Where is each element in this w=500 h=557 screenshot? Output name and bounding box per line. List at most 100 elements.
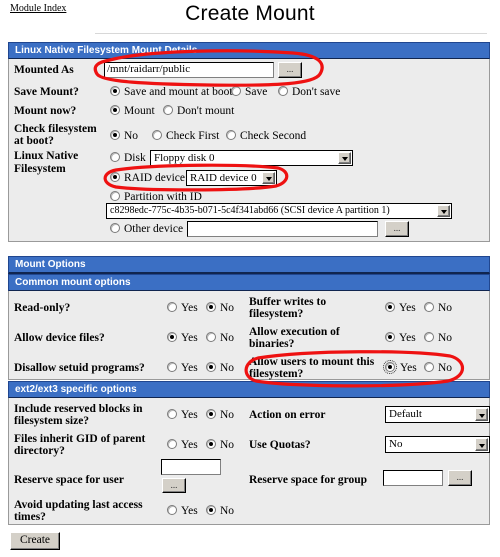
other-device-input[interactable] bbox=[187, 221, 378, 237]
radio-label-disallow-setuid-yes[interactable]: Yes bbox=[181, 362, 198, 374]
radio-check-second[interactable] bbox=[226, 130, 236, 140]
radio-avoid-atime-yes[interactable] bbox=[167, 505, 177, 515]
radio-allow-users-mount-no[interactable] bbox=[424, 362, 434, 372]
reserve-space-group-browse-button[interactable]: ... bbox=[448, 470, 472, 486]
radio-label-check-no[interactable]: No bbox=[124, 130, 138, 142]
radio-label-dont-mount[interactable]: Don't mount bbox=[177, 105, 234, 117]
radio-label-mount[interactable]: Mount bbox=[124, 105, 155, 117]
create-button[interactable]: Create bbox=[10, 532, 61, 550]
radio-label-check-second[interactable]: Check Second bbox=[240, 130, 306, 142]
radio-check-no[interactable] bbox=[110, 130, 120, 140]
radio-label-dont-save[interactable]: Don't save bbox=[292, 86, 340, 98]
radio-label-save-and-mount-at-boot[interactable]: Save and mount at boot bbox=[124, 86, 233, 98]
radio-label-allow-users-mount-no[interactable]: No bbox=[438, 362, 452, 374]
radio-label-allow-execution-yes[interactable]: Yes bbox=[399, 332, 416, 344]
radio-dont-mount[interactable] bbox=[163, 105, 173, 115]
header-divider bbox=[95, 33, 487, 34]
radio-read-only-no[interactable] bbox=[206, 302, 216, 312]
mounted-as-browse-button[interactable]: ... bbox=[278, 62, 302, 78]
mounted-as-input[interactable]: /mnt/raidarr/public bbox=[104, 62, 274, 78]
radio-label-buffer-writes-yes[interactable]: Yes bbox=[399, 302, 416, 314]
label-save-mount: Save Mount? bbox=[14, 86, 79, 98]
chevron-down-icon[interactable] bbox=[437, 205, 450, 217]
webmin-create-mount-page: Module Index Create Mount Linux Native F… bbox=[0, 0, 500, 557]
label-mounted-as: Mounted As bbox=[14, 64, 74, 76]
radio-disallow-setuid-no[interactable] bbox=[206, 362, 216, 372]
radio-label-allow-device-files-no[interactable]: No bbox=[220, 332, 234, 344]
radio-avoid-atime-no[interactable] bbox=[206, 505, 216, 515]
radio-allow-execution-no[interactable] bbox=[424, 332, 434, 342]
label-action-on-error: Action on error bbox=[249, 409, 326, 421]
radio-label-save[interactable]: Save bbox=[245, 86, 267, 98]
chevron-down-icon[interactable] bbox=[475, 438, 488, 451]
label-inherit-gid-line2: directory? bbox=[14, 445, 65, 457]
label-allow-users-mount-line2: filesystem? bbox=[249, 368, 304, 380]
radio-device-raid[interactable] bbox=[110, 172, 120, 182]
raid-device-select[interactable]: RAID device 0 bbox=[186, 170, 277, 186]
radio-label-device-disk[interactable]: Disk bbox=[124, 152, 146, 164]
radio-reserved-blocks-yes[interactable] bbox=[167, 409, 177, 419]
radio-label-check-first[interactable]: Check First bbox=[166, 130, 219, 142]
radio-label-inherit-gid-yes[interactable]: Yes bbox=[181, 439, 198, 451]
label-reserved-blocks-line2: filesystem size? bbox=[14, 415, 90, 427]
radio-device-other[interactable] bbox=[110, 223, 120, 233]
radio-inherit-gid-no[interactable] bbox=[206, 439, 216, 449]
label-read-only: Read-only? bbox=[14, 302, 71, 314]
radio-label-allow-execution-no[interactable]: No bbox=[438, 332, 452, 344]
use-quotas-value: No bbox=[389, 438, 403, 450]
radio-save-and-mount-at-boot[interactable] bbox=[110, 86, 120, 96]
chevron-down-icon[interactable] bbox=[338, 152, 351, 164]
radio-label-device-raid[interactable]: RAID device bbox=[124, 172, 185, 184]
action-on-error-value: Default bbox=[389, 408, 422, 420]
radio-label-disallow-setuid-no[interactable]: No bbox=[220, 362, 234, 374]
radio-device-partition[interactable] bbox=[110, 191, 120, 201]
raid-device-select-value: RAID device 0 bbox=[190, 172, 257, 184]
radio-reserved-blocks-no[interactable] bbox=[206, 409, 216, 419]
label-allow-device-files: Allow device files? bbox=[14, 332, 105, 344]
radio-inherit-gid-yes[interactable] bbox=[167, 439, 177, 449]
section-header-ext-options: ext2/ext3 specific options bbox=[8, 381, 490, 399]
radio-device-disk[interactable] bbox=[110, 152, 120, 162]
radio-label-allow-device-files-yes[interactable]: Yes bbox=[181, 332, 198, 344]
radio-buffer-writes-no[interactable] bbox=[424, 302, 434, 312]
radio-allow-device-files-yes[interactable] bbox=[167, 332, 177, 342]
disk-select[interactable]: Floppy disk 0 bbox=[150, 150, 353, 166]
radio-allow-execution-yes[interactable] bbox=[385, 332, 395, 342]
reserve-space-user-browse-button[interactable]: ... bbox=[162, 478, 186, 493]
page-title: Create Mount bbox=[185, 2, 315, 25]
radio-buffer-writes-yes[interactable] bbox=[385, 302, 395, 312]
radio-label-read-only-yes[interactable]: Yes bbox=[181, 302, 198, 314]
radio-label-device-other[interactable]: Other device bbox=[124, 223, 183, 235]
radio-label-buffer-writes-no[interactable]: No bbox=[438, 302, 452, 314]
section-header-common-mount-options: Common mount options bbox=[8, 274, 490, 292]
radio-label-inherit-gid-no[interactable]: No bbox=[220, 439, 234, 451]
radio-save[interactable] bbox=[231, 86, 241, 96]
radio-allow-device-files-no[interactable] bbox=[206, 332, 216, 342]
radio-mount[interactable] bbox=[110, 105, 120, 115]
radio-label-read-only-no[interactable]: No bbox=[220, 302, 234, 314]
partition-id-select-value: c8298edc-775c-4b35-b071-5c4f341abd66 (SC… bbox=[110, 205, 390, 216]
chevron-down-icon[interactable] bbox=[262, 172, 275, 184]
label-reserve-space-user: Reserve space for user bbox=[14, 474, 124, 486]
radio-label-reserved-blocks-no[interactable]: No bbox=[220, 409, 234, 421]
action-on-error-select[interactable]: Default bbox=[385, 406, 490, 423]
reserve-space-user-input[interactable] bbox=[161, 459, 221, 475]
use-quotas-select[interactable]: No bbox=[385, 436, 490, 453]
section-header-mount-details: Linux Native Filesystem Mount Details bbox=[8, 42, 490, 60]
radio-label-allow-users-mount-yes[interactable]: Yes bbox=[400, 362, 417, 374]
other-device-browse-button[interactable]: ... bbox=[385, 221, 409, 237]
reserve-space-group-input[interactable] bbox=[383, 470, 443, 486]
radio-label-avoid-atime-yes[interactable]: Yes bbox=[181, 505, 198, 517]
radio-label-avoid-atime-no[interactable]: No bbox=[220, 505, 234, 517]
chevron-down-icon[interactable] bbox=[475, 408, 488, 421]
radio-check-first[interactable] bbox=[152, 130, 162, 140]
radio-disallow-setuid-yes[interactable] bbox=[167, 362, 177, 372]
label-disallow-setuid: Disallow setuid programs? bbox=[14, 362, 145, 374]
radio-label-device-partition[interactable]: Partition with ID bbox=[124, 191, 202, 203]
partition-id-select[interactable]: c8298edc-775c-4b35-b071-5c4f341abd66 (SC… bbox=[106, 203, 452, 219]
radio-label-reserved-blocks-yes[interactable]: Yes bbox=[181, 409, 198, 421]
radio-allow-users-mount-yes[interactable] bbox=[383, 360, 397, 374]
radio-dont-save[interactable] bbox=[278, 86, 288, 96]
radio-read-only-yes[interactable] bbox=[167, 302, 177, 312]
disk-select-value: Floppy disk 0 bbox=[154, 152, 215, 164]
